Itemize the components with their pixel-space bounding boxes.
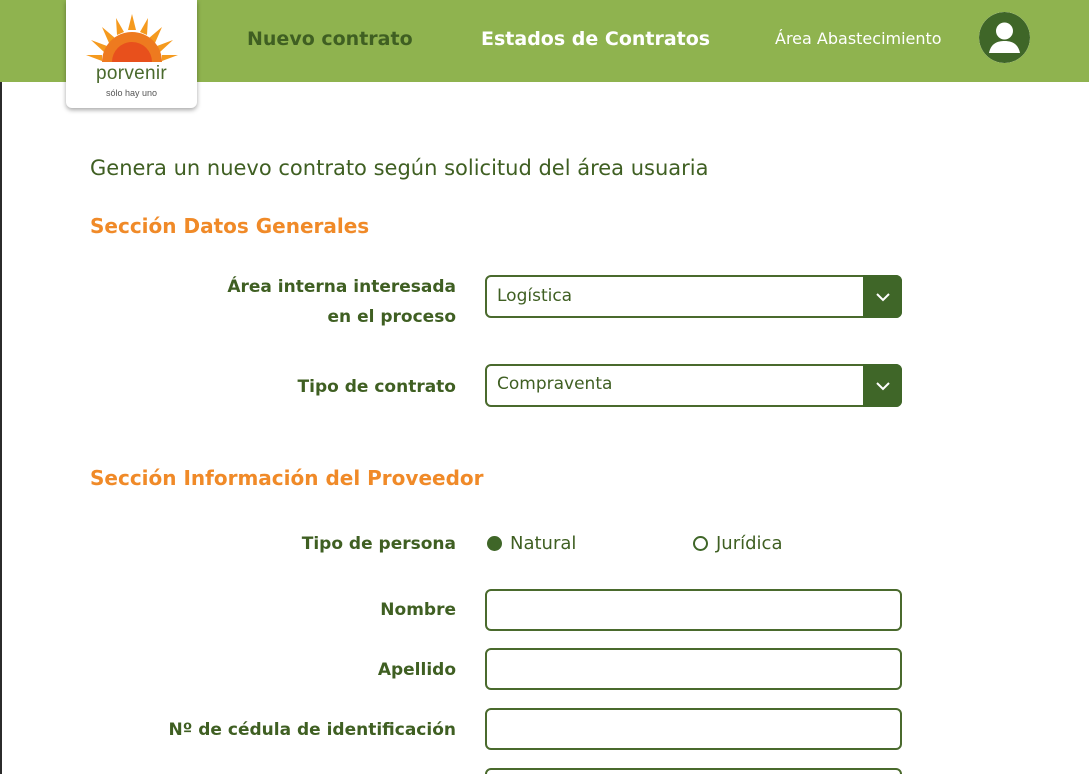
internal-area-label: Área interna interesada en el proceso (0, 272, 456, 332)
page-intro: Genera un nuevo contrato según solicitud… (90, 156, 709, 180)
user-area-label: Área Abastecimiento (775, 29, 942, 48)
section-general-data-title: Sección Datos Generales (90, 214, 370, 238)
contract-type-label: Tipo de contrato (297, 377, 456, 397)
surname-label: Apellido (377, 660, 456, 680)
name-field[interactable] (485, 589, 902, 631)
radio-juridica-indicator (693, 536, 708, 551)
nav-contract-states[interactable]: Estados de Contratos (481, 28, 710, 50)
logo-wordmark: porvenir (95, 63, 168, 84)
radio-natural-label: Natural (510, 533, 577, 554)
surname-field[interactable] (485, 648, 902, 690)
user-icon (979, 12, 1030, 63)
nav-new-contract[interactable]: Nuevo contrato (247, 28, 413, 50)
radio-juridica[interactable]: Jurídica (693, 533, 782, 554)
id-number-field[interactable] (485, 708, 902, 750)
internal-area-select[interactable]: Logística (485, 275, 902, 318)
next-field[interactable] (485, 768, 902, 774)
internal-area-value: Logística (497, 286, 573, 306)
name-label: Nombre (380, 600, 456, 620)
sun-logo-icon (86, 14, 178, 62)
contract-type-dropdown-button[interactable] (863, 364, 902, 407)
chevron-down-icon (875, 292, 890, 301)
internal-area-dropdown-button[interactable] (863, 275, 902, 318)
chevron-down-icon (875, 381, 890, 390)
internal-area-label-line1: Área interna interesada (227, 277, 456, 297)
top-navigation-bar: porvenir sólo hay uno Nuevo contrato Est… (0, 0, 1089, 108)
radio-juridica-label: Jurídica (716, 533, 783, 554)
section-provider-info-title: Sección Información del Proveedor (90, 466, 484, 490)
contract-type-select[interactable]: Compraventa (485, 364, 902, 407)
user-avatar[interactable] (979, 12, 1030, 63)
person-type-label: Tipo de persona (301, 534, 456, 554)
radio-natural-selected-indicator (487, 536, 502, 551)
radio-natural[interactable]: Natural (487, 533, 576, 554)
contract-type-value: Compraventa (497, 374, 613, 394)
internal-area-label-line2: en el proceso (327, 307, 456, 327)
logo-tagline: sólo hay uno (105, 88, 158, 98)
id-number-label: Nº de cédula de identificación (168, 720, 456, 740)
porvenir-logo[interactable]: porvenir sólo hay uno (66, 0, 197, 108)
